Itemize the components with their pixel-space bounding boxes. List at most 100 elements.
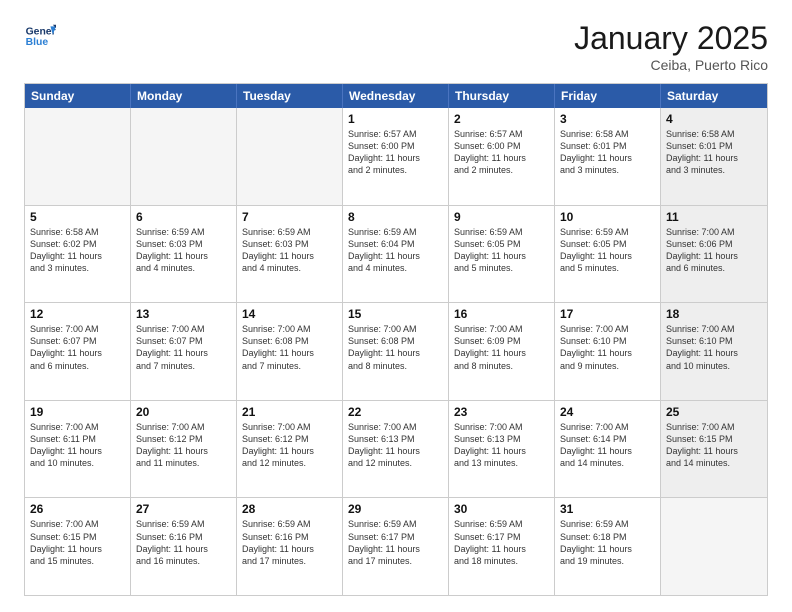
- day-info: Sunrise: 7:00 AM Sunset: 6:13 PM Dayligh…: [454, 421, 549, 470]
- calendar-cell: 13 Sunrise: 7:00 AM Sunset: 6:07 PM Dayli…: [131, 303, 237, 400]
- day-info: Sunrise: 6:59 AM Sunset: 6:16 PM Dayligh…: [136, 518, 231, 567]
- day-number: 3: [560, 112, 655, 126]
- calendar-cell: 19 Sunrise: 7:00 AM Sunset: 6:11 PM Dayli…: [25, 401, 131, 498]
- calendar-cell: 2 Sunrise: 6:57 AM Sunset: 6:00 PM Daylig…: [449, 108, 555, 205]
- day-number: 13: [136, 307, 231, 321]
- calendar-cell: 4 Sunrise: 6:58 AM Sunset: 6:01 PM Daylig…: [661, 108, 767, 205]
- day-number: 7: [242, 210, 337, 224]
- calendar-cell: 24 Sunrise: 7:00 AM Sunset: 6:14 PM Dayli…: [555, 401, 661, 498]
- day-number: 23: [454, 405, 549, 419]
- day-info: Sunrise: 6:59 AM Sunset: 6:04 PM Dayligh…: [348, 226, 443, 275]
- day-info: Sunrise: 7:00 AM Sunset: 6:10 PM Dayligh…: [560, 323, 655, 372]
- day-info: Sunrise: 6:59 AM Sunset: 6:05 PM Dayligh…: [454, 226, 549, 275]
- day-info: Sunrise: 6:58 AM Sunset: 6:01 PM Dayligh…: [666, 128, 762, 177]
- header: General Blue January 2025 Ceiba, Puerto …: [24, 20, 768, 73]
- day-number: 6: [136, 210, 231, 224]
- day-info: Sunrise: 6:58 AM Sunset: 6:02 PM Dayligh…: [30, 226, 125, 275]
- day-number: 19: [30, 405, 125, 419]
- svg-text:Blue: Blue: [26, 37, 49, 48]
- day-number: 12: [30, 307, 125, 321]
- day-info: Sunrise: 7:00 AM Sunset: 6:08 PM Dayligh…: [242, 323, 337, 372]
- day-number: 9: [454, 210, 549, 224]
- calendar-row-0: 1 Sunrise: 6:57 AM Sunset: 6:00 PM Daylig…: [25, 108, 767, 205]
- day-number: 30: [454, 502, 549, 516]
- day-number: 24: [560, 405, 655, 419]
- calendar-cell: 21 Sunrise: 7:00 AM Sunset: 6:12 PM Dayli…: [237, 401, 343, 498]
- calendar-cell: 31 Sunrise: 6:59 AM Sunset: 6:18 PM Dayli…: [555, 498, 661, 595]
- calendar-cell: 9 Sunrise: 6:59 AM Sunset: 6:05 PM Daylig…: [449, 206, 555, 303]
- day-number: 11: [666, 210, 762, 224]
- calendar-cell: 29Sunrise: 6:59 AM Sunset: 6:17 PM Dayli…: [343, 498, 449, 595]
- weekday-header-tuesday: Tuesday: [237, 84, 343, 108]
- day-info: Sunrise: 7:00 AM Sunset: 6:12 PM Dayligh…: [136, 421, 231, 470]
- day-info: Sunrise: 7:00 AM Sunset: 6:13 PM Dayligh…: [348, 421, 443, 470]
- weekday-header-friday: Friday: [555, 84, 661, 108]
- day-number: 22: [348, 405, 443, 419]
- calendar-cell: [661, 498, 767, 595]
- day-number: 15: [348, 307, 443, 321]
- day-info: Sunrise: 7:00 AM Sunset: 6:10 PM Dayligh…: [666, 323, 762, 372]
- day-number: 5: [30, 210, 125, 224]
- day-number: 26: [30, 502, 125, 516]
- calendar-row-1: 5 Sunrise: 6:58 AM Sunset: 6:02 PM Daylig…: [25, 205, 767, 303]
- day-number: 1: [348, 112, 443, 126]
- day-info: Sunrise: 6:59 AM Sunset: 6:03 PM Dayligh…: [136, 226, 231, 275]
- day-info: Sunrise: 7:00 AM Sunset: 6:09 PM Dayligh…: [454, 323, 549, 372]
- calendar-cell: 25 Sunrise: 7:00 AM Sunset: 6:15 PM Dayli…: [661, 401, 767, 498]
- weekday-header-thursday: Thursday: [449, 84, 555, 108]
- day-number: 14: [242, 307, 337, 321]
- calendar-cell: 10Sunrise: 6:59 AM Sunset: 6:05 PM Dayli…: [555, 206, 661, 303]
- month-title: January 2025: [574, 20, 768, 57]
- title-block: January 2025 Ceiba, Puerto Rico: [574, 20, 768, 73]
- calendar-cell: 23 Sunrise: 7:00 AM Sunset: 6:13 PM Dayli…: [449, 401, 555, 498]
- calendar-cell: 30 Sunrise: 6:59 AM Sunset: 6:17 PM Dayli…: [449, 498, 555, 595]
- calendar-cell: 16Sunrise: 7:00 AM Sunset: 6:09 PM Dayli…: [449, 303, 555, 400]
- day-info: Sunrise: 7:00 AM Sunset: 6:12 PM Dayligh…: [242, 421, 337, 470]
- calendar-cell: 11 Sunrise: 7:00 AM Sunset: 6:06 PM Dayli…: [661, 206, 767, 303]
- logo-icon: General Blue: [24, 20, 56, 52]
- day-info: Sunrise: 6:57 AM Sunset: 6:00 PM Dayligh…: [454, 128, 549, 177]
- calendar-cell: 15 Sunrise: 7:00 AM Sunset: 6:08 PM Dayli…: [343, 303, 449, 400]
- calendar-cell: 28 Sunrise: 6:59 AM Sunset: 6:16 PM Dayli…: [237, 498, 343, 595]
- day-info: Sunrise: 6:57 AM Sunset: 6:00 PM Dayligh…: [348, 128, 443, 177]
- calendar-cell: 1 Sunrise: 6:57 AM Sunset: 6:00 PM Daylig…: [343, 108, 449, 205]
- calendar-body: 1 Sunrise: 6:57 AM Sunset: 6:00 PM Daylig…: [25, 108, 767, 595]
- calendar-row-4: 26 Sunrise: 7:00 AM Sunset: 6:15 PM Dayli…: [25, 497, 767, 595]
- day-number: 2: [454, 112, 549, 126]
- logo: General Blue: [24, 20, 56, 52]
- calendar-cell: 26 Sunrise: 7:00 AM Sunset: 6:15 PM Dayli…: [25, 498, 131, 595]
- calendar-cell: 18 Sunrise: 7:00 AM Sunset: 6:10 PM Dayli…: [661, 303, 767, 400]
- day-number: 20: [136, 405, 231, 419]
- day-info: Sunrise: 6:59 AM Sunset: 6:17 PM Dayligh…: [454, 518, 549, 567]
- day-info: Sunrise: 7:00 AM Sunset: 6:06 PM Dayligh…: [666, 226, 762, 275]
- day-info: Sunrise: 7:00 AM Sunset: 6:15 PM Dayligh…: [30, 518, 125, 567]
- calendar-cell: 6 Sunrise: 6:59 AM Sunset: 6:03 PM Daylig…: [131, 206, 237, 303]
- weekday-header-monday: Monday: [131, 84, 237, 108]
- calendar-row-3: 19 Sunrise: 7:00 AM Sunset: 6:11 PM Dayli…: [25, 400, 767, 498]
- day-number: 21: [242, 405, 337, 419]
- day-info: Sunrise: 6:59 AM Sunset: 6:16 PM Dayligh…: [242, 518, 337, 567]
- calendar-cell: 22 Sunrise: 7:00 AM Sunset: 6:13 PM Dayli…: [343, 401, 449, 498]
- calendar-cell: 7Sunrise: 6:59 AM Sunset: 6:03 PM Daylig…: [237, 206, 343, 303]
- day-number: 25: [666, 405, 762, 419]
- day-number: 17: [560, 307, 655, 321]
- calendar-cell: 14 Sunrise: 7:00 AM Sunset: 6:08 PM Dayli…: [237, 303, 343, 400]
- day-info: Sunrise: 6:59 AM Sunset: 6:18 PM Dayligh…: [560, 518, 655, 567]
- day-info: Sunrise: 7:00 AM Sunset: 6:07 PM Dayligh…: [136, 323, 231, 372]
- calendar: SundayMondayTuesdayWednesdayThursdayFrid…: [24, 83, 768, 596]
- calendar-cell: 27Sunrise: 6:59 AM Sunset: 6:16 PM Dayli…: [131, 498, 237, 595]
- day-info: Sunrise: 7:00 AM Sunset: 6:08 PM Dayligh…: [348, 323, 443, 372]
- day-info: Sunrise: 7:00 AM Sunset: 6:15 PM Dayligh…: [666, 421, 762, 470]
- calendar-cell: 12Sunrise: 7:00 AM Sunset: 6:07 PM Dayli…: [25, 303, 131, 400]
- day-info: Sunrise: 7:00 AM Sunset: 6:14 PM Dayligh…: [560, 421, 655, 470]
- weekday-header-wednesday: Wednesday: [343, 84, 449, 108]
- day-number: 31: [560, 502, 655, 516]
- day-number: 4: [666, 112, 762, 126]
- calendar-cell: 17 Sunrise: 7:00 AM Sunset: 6:10 PM Dayli…: [555, 303, 661, 400]
- day-number: 10: [560, 210, 655, 224]
- day-number: 28: [242, 502, 337, 516]
- day-info: Sunrise: 6:59 AM Sunset: 6:17 PM Dayligh…: [348, 518, 443, 567]
- day-number: 18: [666, 307, 762, 321]
- day-info: Sunrise: 7:00 AM Sunset: 6:11 PM Dayligh…: [30, 421, 125, 470]
- weekday-header-saturday: Saturday: [661, 84, 767, 108]
